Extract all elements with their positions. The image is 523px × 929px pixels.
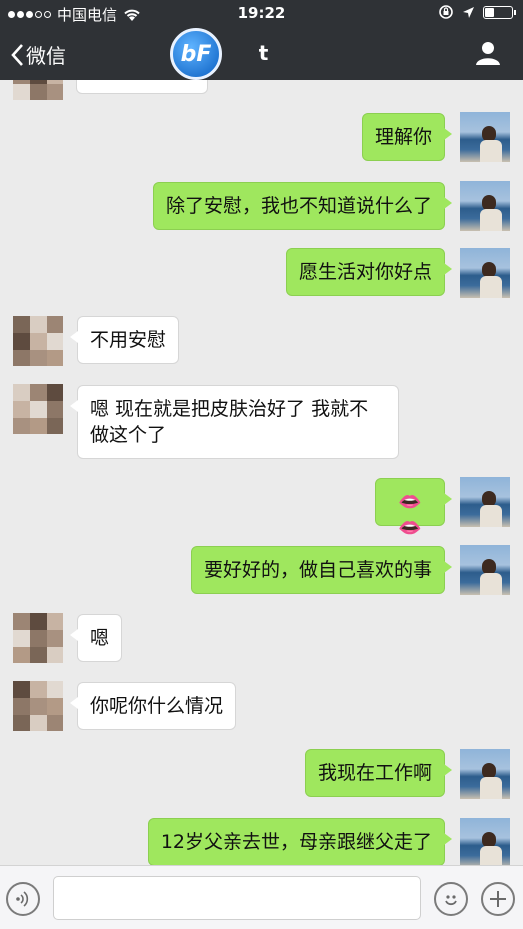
my-avatar[interactable] xyxy=(460,181,510,231)
my-avatar[interactable] xyxy=(460,545,510,595)
my-avatar[interactable] xyxy=(460,818,510,865)
message-bubble-incoming[interactable]: 嗯 xyxy=(69,614,123,662)
battery-icon xyxy=(483,5,516,19)
message-bubble-outgoing[interactable]: 12岁父亲去世，母亲跟继父走了 xyxy=(147,818,453,865)
message-bubble-incoming[interactable]: 不用安慰 xyxy=(69,316,180,364)
contact-avatar[interactable] xyxy=(13,613,63,663)
voice-icon xyxy=(16,891,29,907)
my-avatar[interactable] xyxy=(460,248,510,298)
message-bubble-outgoing[interactable]: 👄👄 xyxy=(375,478,452,539)
contact-avatar[interactable] xyxy=(13,681,63,731)
my-avatar[interactable] xyxy=(460,477,510,527)
message-bubble-outgoing[interactable]: 要好好的，做自己喜欢的事 xyxy=(190,546,453,594)
contact-avatar[interactable] xyxy=(13,316,63,366)
nav-bar: 微信 t bF xyxy=(0,28,523,80)
message-bubble-outgoing[interactable]: 理解你 xyxy=(361,113,453,161)
message-bubble-outgoing[interactable]: 我现在工作啊 xyxy=(304,749,453,797)
chat-info-button[interactable] xyxy=(475,40,501,70)
chat-title: t xyxy=(258,41,269,65)
more-button[interactable] xyxy=(481,882,515,916)
input-bar xyxy=(0,865,523,929)
message-bubble-outgoing[interactable]: 除了安慰，我也不知道说什么了 xyxy=(152,182,453,230)
contact-avatar[interactable] xyxy=(13,80,63,100)
message-bubble-incoming[interactable] xyxy=(76,80,208,94)
contact-avatar[interactable] xyxy=(13,384,63,434)
smiley-icon xyxy=(445,895,457,906)
location-icon xyxy=(463,6,474,18)
status-icons xyxy=(438,4,516,20)
my-avatar[interactable] xyxy=(460,749,510,799)
message-input[interactable] xyxy=(53,876,421,920)
message-bubble-incoming[interactable]: 你呢你什么情况 xyxy=(69,682,237,730)
voice-button[interactable] xyxy=(6,882,40,916)
plus-icon xyxy=(490,891,506,907)
rotation-lock-icon xyxy=(439,5,453,19)
my-avatar[interactable] xyxy=(460,112,510,162)
chat-area[interactable]: 理解你 除了安慰，我也不知道说什么了 愿生活对你好点 不用安慰 嗯 现在就是把皮… xyxy=(0,80,523,865)
watermark-logo: bF xyxy=(170,28,222,80)
message-bubble-incoming[interactable]: 嗯 现在就是把皮肤治好了 我就不做这个了 xyxy=(70,385,399,459)
status-bar: 中国电信 19:22 xyxy=(0,0,523,28)
emoji-button[interactable] xyxy=(434,882,468,916)
person-icon xyxy=(476,42,500,65)
message-bubble-outgoing[interactable]: 愿生活对你好点 xyxy=(285,248,453,296)
